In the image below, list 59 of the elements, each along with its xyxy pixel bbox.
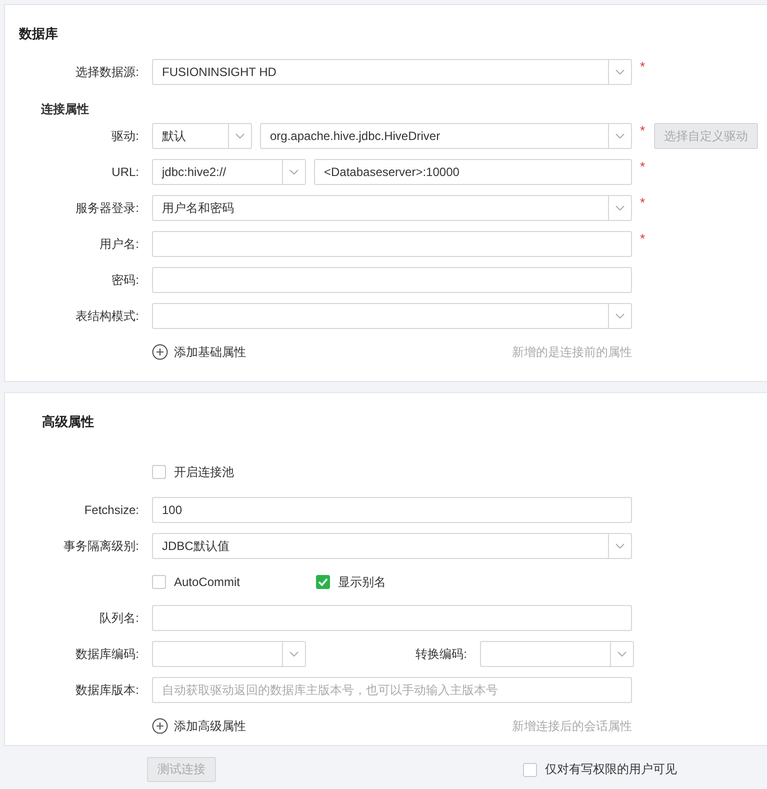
- field-label: 事务隔离级别:: [62, 538, 140, 554]
- add-property-link[interactable]: 添加基础属性: [152, 344, 246, 360]
- checkbox[interactable]: [316, 575, 330, 589]
- select-field[interactable]: FUSIONINSIGHT HD: [152, 59, 632, 85]
- field-label: 密码:: [110, 272, 140, 288]
- input-field[interactable]: 100: [152, 497, 632, 523]
- required-mark: *: [640, 159, 646, 174]
- input-field[interactable]: 自动获取驱动返回的数据库主版本号，也可以手动输入主版本号: [152, 677, 632, 703]
- checkbox[interactable]: [152, 465, 166, 479]
- field-label: 转换编码:: [414, 646, 468, 662]
- checkbox-option[interactable]: 显示别名: [316, 574, 386, 590]
- select-field[interactable]: JDBC默认值: [152, 533, 632, 559]
- hint-text: 新增的是连接前的属性: [512, 344, 632, 360]
- input-field[interactable]: [152, 231, 632, 257]
- select-field[interactable]: [152, 641, 306, 667]
- select-field[interactable]: [152, 303, 632, 329]
- group-heading: 连接属性: [40, 101, 90, 118]
- select-field[interactable]: 默认: [152, 123, 252, 149]
- required-mark: *: [640, 123, 646, 138]
- checkbox-option[interactable]: AutoCommit: [152, 575, 316, 589]
- checkbox-option[interactable]: 仅对有写权限的用户可见: [523, 761, 677, 778]
- field-label: URL:: [110, 165, 140, 179]
- checkbox[interactable]: [523, 762, 537, 776]
- checkbox-option[interactable]: 开启连接池: [152, 464, 234, 480]
- required-mark: *: [640, 59, 646, 74]
- field-label: 选择数据源:: [74, 64, 140, 80]
- chevron-down-icon: [289, 651, 299, 657]
- field-label: 数据库编码:: [74, 646, 140, 662]
- select-field[interactable]: [480, 641, 634, 667]
- chevron-down-icon: [289, 169, 299, 175]
- chevron-down-icon: [615, 133, 625, 139]
- plus-circle-icon: [152, 344, 168, 360]
- plus-circle-icon: [152, 718, 168, 734]
- chevron-down-icon: [615, 313, 625, 319]
- hint-text: 新增连接后的会话属性: [512, 718, 632, 734]
- input-field[interactable]: [152, 267, 632, 293]
- chevron-down-icon: [615, 69, 625, 75]
- field-label: 驱动:: [110, 128, 140, 144]
- input-field[interactable]: <Databaseserver>:10000: [314, 159, 632, 185]
- required-mark: *: [640, 231, 646, 246]
- field-label: 服务器登录:: [74, 200, 140, 216]
- chevron-down-icon: [617, 651, 627, 657]
- input-field[interactable]: [152, 605, 632, 631]
- field-label: 队列名:: [98, 610, 140, 626]
- field-label: 数据库版本:: [74, 682, 140, 698]
- select-field[interactable]: org.apache.hive.jdbc.HiveDriver: [260, 123, 632, 149]
- select-field[interactable]: jdbc:hive2://: [152, 159, 306, 185]
- select-field[interactable]: 用户名和密码: [152, 195, 632, 221]
- required-mark: *: [640, 195, 646, 210]
- checkbox[interactable]: [152, 575, 166, 589]
- section-title: 数据库: [18, 25, 59, 43]
- add-property-link[interactable]: 添加高级属性: [152, 718, 246, 734]
- field-label: Fetchsize:: [83, 503, 140, 517]
- field-label: 用户名:: [98, 236, 140, 252]
- chevron-down-icon: [615, 205, 625, 211]
- section-title: 高级属性: [41, 413, 95, 431]
- field-label: 表结构模式:: [74, 308, 140, 324]
- chevron-down-icon: [615, 543, 625, 549]
- chevron-down-icon: [235, 133, 245, 139]
